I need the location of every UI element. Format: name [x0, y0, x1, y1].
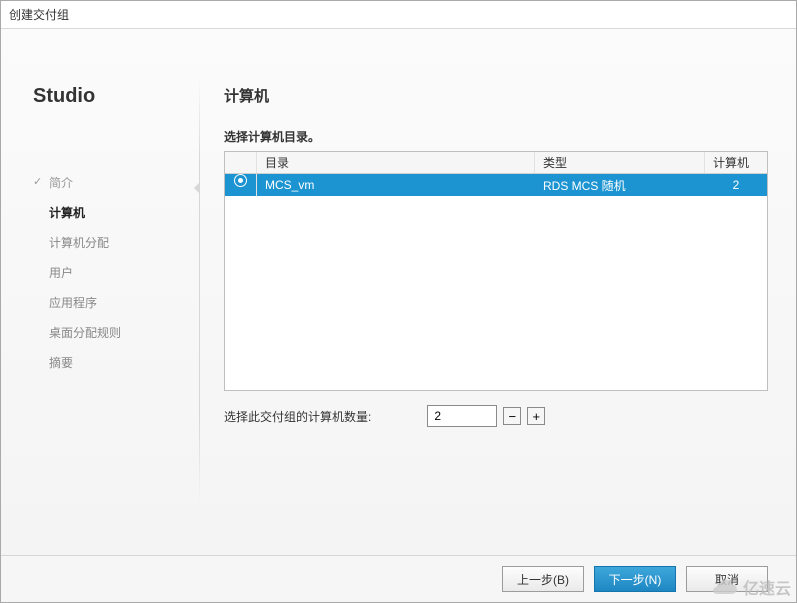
- catalog-table: 目录 类型 计算机 MCS_vm RDS MCS 随机 2: [224, 151, 768, 391]
- quantity-increment-button[interactable]: +: [527, 407, 545, 425]
- nav-step-summary[interactable]: 摘要: [33, 348, 189, 378]
- main-area: Studio 简介 计算机 计算机分配 用户 应用程序 桌面分配规则 摘要 计算…: [1, 29, 796, 555]
- nav-step-machines[interactable]: 计算机: [33, 198, 189, 228]
- titlebar: 创建交付组: [1, 1, 796, 29]
- row-catalog: MCS_vm: [257, 178, 535, 192]
- quantity-label: 选择此交付组的计算机数量:: [224, 408, 371, 425]
- dialog-window: 创建交付组 Studio 简介 计算机 计算机分配 用户 应用程序 桌面分配规则…: [0, 0, 797, 603]
- nav-step-machine-allocation[interactable]: 计算机分配: [33, 228, 189, 258]
- table-body: MCS_vm RDS MCS 随机 2: [225, 174, 767, 390]
- back-button[interactable]: 上一步(B): [502, 566, 584, 592]
- nav-step-desktop-rules[interactable]: 桌面分配规则: [33, 318, 189, 348]
- header-catalog[interactable]: 目录: [257, 152, 535, 173]
- brand-title: Studio: [33, 85, 189, 108]
- row-radio[interactable]: [225, 174, 257, 196]
- table-header: 目录 类型 计算机: [225, 152, 767, 174]
- wizard-nav: 简介 计算机 计算机分配 用户 应用程序 桌面分配规则 摘要: [33, 168, 189, 378]
- row-count: 2: [705, 178, 767, 192]
- quantity-row: 选择此交付组的计算机数量: − +: [224, 405, 768, 427]
- header-radio-col: [225, 152, 257, 173]
- quantity-controls: − +: [427, 405, 545, 427]
- table-row[interactable]: MCS_vm RDS MCS 随机 2: [225, 174, 767, 196]
- header-type[interactable]: 类型: [535, 152, 705, 173]
- sidebar-divider: [199, 77, 200, 503]
- nav-step-users[interactable]: 用户: [33, 258, 189, 288]
- row-type: RDS MCS 随机: [535, 177, 705, 194]
- quantity-decrement-button[interactable]: −: [503, 407, 521, 425]
- nav-step-intro[interactable]: 简介: [33, 168, 189, 198]
- quantity-input[interactable]: [427, 405, 497, 427]
- next-button[interactable]: 下一步(N): [594, 566, 676, 592]
- cancel-button[interactable]: 取消: [686, 566, 768, 592]
- content-panel: 计算机 选择计算机目录。 目录 类型 计算机 MCS_vm RDS MCS 随机: [200, 49, 768, 543]
- footer: 上一步(B) 下一步(N) 取消: [1, 555, 796, 602]
- page-heading: 计算机: [224, 85, 768, 106]
- window-title: 创建交付组: [9, 6, 69, 23]
- instruction-text: 选择计算机目录。: [224, 128, 768, 145]
- nav-step-applications[interactable]: 应用程序: [33, 288, 189, 318]
- wizard-sidebar: Studio 简介 计算机 计算机分配 用户 应用程序 桌面分配规则 摘要: [29, 49, 199, 543]
- radio-icon: [234, 174, 247, 187]
- header-count[interactable]: 计算机: [705, 152, 767, 173]
